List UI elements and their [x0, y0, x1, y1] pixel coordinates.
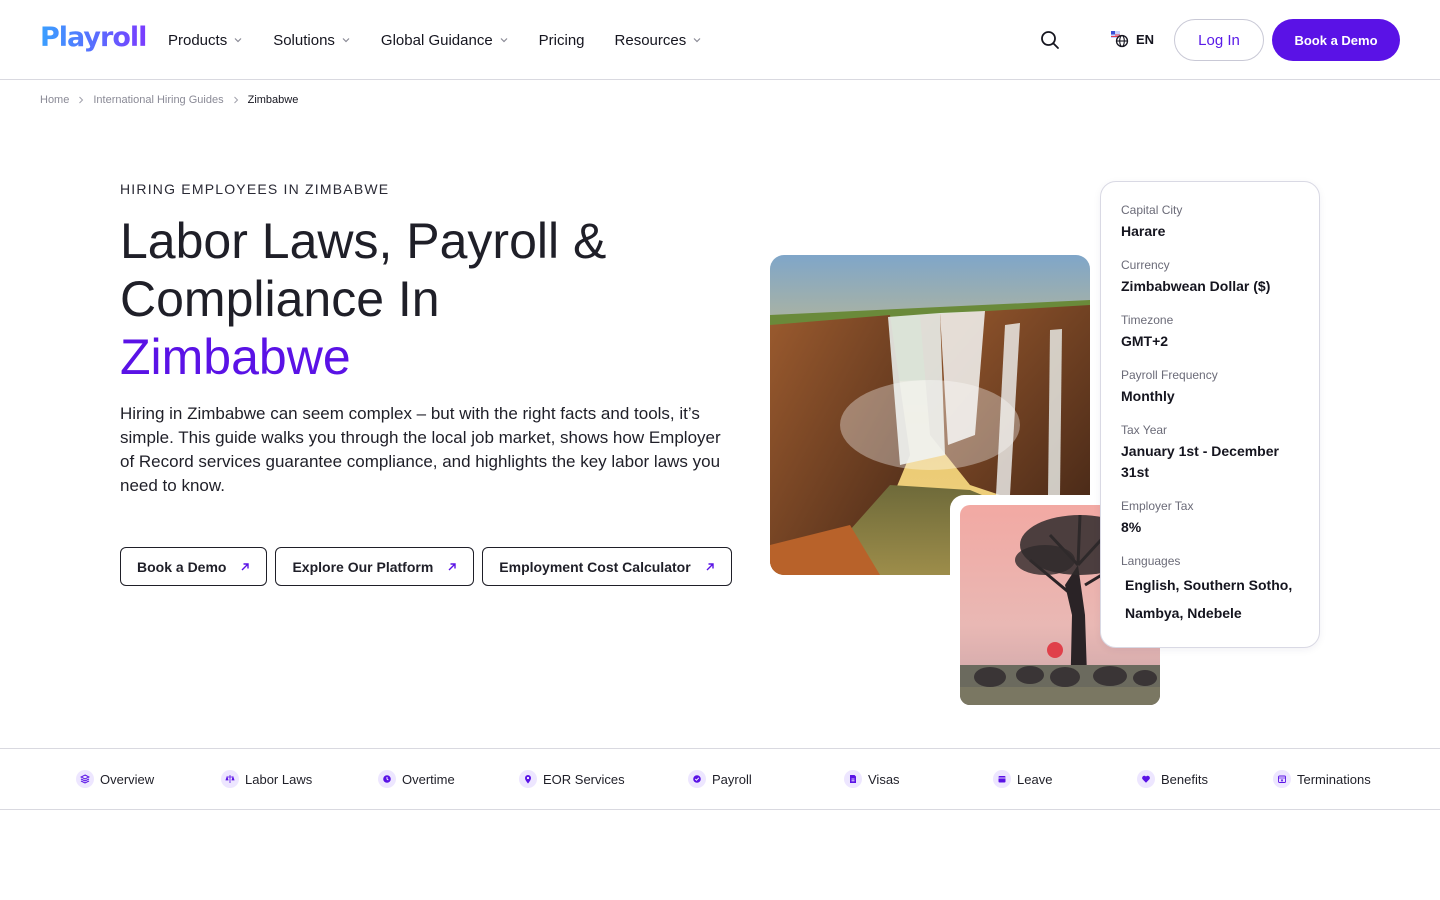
fact-value: 8% [1121, 519, 1142, 535]
heart-icon [1137, 770, 1155, 788]
hero-intro: Hiring in Zimbabwe can seem complex – bu… [120, 404, 721, 495]
fact-label: Payroll Frequency [1121, 368, 1218, 382]
tab-labor-laws-label: Labor Laws [245, 771, 313, 787]
tab-payroll[interactable]: Payroll [688, 749, 752, 809]
fact-timezone: Timezone GMT+2 [1121, 312, 1299, 352]
location-icon [519, 770, 537, 788]
arrow-up-right-icon [706, 562, 714, 570]
check-badge-icon [688, 770, 706, 788]
title-line-1: Labor Laws, Payroll & [120, 213, 607, 269]
fact-value: Zimbabwean Dollar ($) [1121, 278, 1271, 294]
fact-label: Currency [1121, 258, 1170, 272]
chevron-down-icon [500, 38, 508, 43]
breadcrumb-current: Zimbabwe [247, 94, 299, 106]
tab-leave-label: Leave [1017, 771, 1053, 787]
playroll-logo[interactable]: Playroll [40, 22, 147, 53]
calendar-x-icon [1273, 770, 1291, 788]
nav-products[interactable]: Products [168, 32, 243, 49]
fact-value: GMT+2 [1121, 333, 1169, 349]
fact-label: Capital City [1121, 203, 1183, 217]
fact-label: Employer Tax [1121, 499, 1194, 513]
tab-leave[interactable]: Leave [993, 749, 1052, 809]
fact-value: English, Southern Sotho, Nambya, Ndebele [1125, 577, 1293, 621]
fact-employer-tax: Employer Tax 8% [1121, 498, 1299, 538]
main-nav: Products Solutions Global Guidance Prici… [168, 0, 732, 80]
tab-benefits[interactable]: Benefits [1137, 749, 1208, 809]
clock-icon [378, 770, 396, 788]
tab-terminations[interactable]: Terminations [1273, 749, 1371, 809]
book-demo-label: Book a Demo [137, 558, 227, 575]
nav-pricing[interactable]: Pricing [539, 32, 585, 49]
breadcrumb: Home International Hiring Guides Zimbabw… [40, 94, 298, 106]
nav-solutions-label: Solutions [273, 31, 335, 49]
fact-payroll-frequency: Payroll Frequency Monthly [1121, 367, 1299, 407]
tab-eor-services-label: EOR Services [543, 771, 625, 787]
tab-overview-label: Overview [100, 771, 155, 787]
book-demo-header-button[interactable]: Book a Demo [1272, 19, 1400, 61]
chevron-down-icon [234, 38, 242, 43]
tab-overtime-label: Overtime [402, 771, 455, 787]
book-demo-button[interactable]: Book a Demo [120, 547, 268, 586]
fact-value: January 1st - December 31st [1121, 443, 1279, 480]
nav-pricing-label: Pricing [538, 31, 585, 49]
arrow-up-right-icon [241, 562, 250, 570]
nav-global-guidance[interactable]: Global Guidance [381, 32, 509, 49]
tab-visas[interactable]: Visas [844, 749, 900, 809]
cost-calculator-label: Employment Cost Calculator [499, 558, 691, 575]
arrow-up-right-icon [448, 562, 456, 570]
nav-global-guidance-label: Global Guidance [380, 31, 493, 49]
language-selector[interactable]: EN [1110, 30, 1154, 48]
hero-eyebrow: HIRING EMPLOYEES IN ZIMBABWE [120, 181, 390, 197]
tab-overview[interactable]: Overview [76, 749, 154, 809]
tab-terminations-label: Terminations [1297, 771, 1371, 787]
fact-label: Languages [1121, 554, 1181, 568]
tab-benefits-label: Benefits [1161, 771, 1208, 787]
chevron-right-icon [79, 96, 84, 104]
title-line-2: Compliance In [120, 271, 440, 327]
scales-icon [221, 770, 239, 788]
tab-overtime[interactable]: Overtime [378, 749, 455, 809]
fact-value: Harare [1121, 223, 1166, 239]
section-tab-bar: Overview Labor Laws Overtime EOR Service… [0, 748, 1440, 810]
tab-eor-services[interactable]: EOR Services [519, 749, 625, 809]
cost-calculator-button[interactable]: Employment Cost Calculator [482, 547, 732, 586]
fact-label: Timezone [1121, 313, 1174, 327]
nav-resources-label: Resources [614, 31, 687, 49]
login-button[interactable]: Log In [1174, 19, 1264, 61]
fact-languages: Languages English, Southern Sotho, Namby… [1121, 553, 1299, 627]
breadcrumb-home[interactable]: Home [40, 94, 69, 106]
fact-capital: Capital City Harare [1121, 202, 1299, 242]
title-country: Zimbabwe [120, 329, 351, 385]
page-title: Labor Laws, Payroll & Compliance In Zimb… [120, 212, 740, 386]
chevron-down-icon [342, 38, 350, 43]
tab-payroll-label: Payroll [712, 771, 752, 787]
tab-labor-laws[interactable]: Labor Laws [221, 749, 312, 809]
chevron-right-icon [233, 96, 238, 104]
nav-solutions[interactable]: Solutions [273, 32, 351, 49]
chevron-down-icon [693, 38, 701, 43]
nav-resources[interactable]: Resources [615, 32, 703, 49]
nav-products-label: Products [168, 31, 228, 49]
fact-value: Monthly [1121, 388, 1175, 404]
country-facts-card: Capital City Harare Currency Zimbabwean … [1100, 181, 1320, 648]
calendar-icon [993, 770, 1011, 788]
explore-platform-button[interactable]: Explore Our Platform [275, 547, 475, 586]
fact-currency: Currency Zimbabwean Dollar ($) [1121, 257, 1299, 297]
document-icon [844, 770, 862, 788]
hero-cta-row: Book a Demo Explore Our Platform Employm… [120, 547, 740, 586]
language-label: EN [1136, 31, 1155, 47]
breadcrumb-hiring-guides[interactable]: International Hiring Guides [93, 94, 223, 106]
tab-visas-label: Visas [868, 771, 900, 787]
fact-label: Tax Year [1121, 423, 1168, 437]
search-icon[interactable] [1038, 28, 1062, 52]
globe-flag-icon [1111, 31, 1129, 48]
site-header: Playroll Products Solutions Global Guida… [0, 0, 1440, 80]
layers-icon [76, 770, 94, 788]
fact-tax-year: Tax Year January 1st - December 31st [1121, 422, 1299, 483]
explore-platform-label: Explore Our Platform [292, 558, 434, 575]
